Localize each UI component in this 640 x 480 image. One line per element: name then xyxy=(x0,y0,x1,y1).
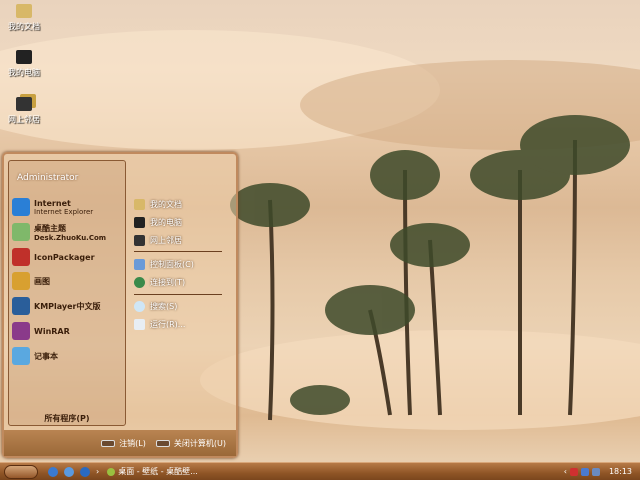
logoff-button[interactable]: 注销(L) xyxy=(101,438,146,449)
network-icon xyxy=(16,97,32,111)
clock[interactable]: 18:13 xyxy=(609,467,632,476)
volume-icon[interactable] xyxy=(591,467,600,476)
winrar-icon xyxy=(12,322,30,340)
program-kmplayer[interactable]: KMPlayer中文版 xyxy=(12,295,101,317)
ie-icon[interactable] xyxy=(80,466,90,477)
program-notepad[interactable]: 记事本 xyxy=(12,345,58,367)
control-panel[interactable]: 控制面板(C) xyxy=(134,256,194,272)
paint-icon xyxy=(12,272,30,290)
ie-icon[interactable] xyxy=(48,466,58,477)
start-menu: Administrator 所有程序(P) Internet Internet E… xyxy=(2,152,238,458)
divider xyxy=(134,251,222,252)
run-icon xyxy=(134,318,145,330)
network-icon xyxy=(134,234,145,246)
divider xyxy=(134,294,222,295)
run[interactable]: 运行(R)... xyxy=(134,316,185,332)
iconpackager-icon xyxy=(12,248,30,266)
program-internet[interactable]: Internet Internet Explorer xyxy=(12,196,93,218)
control-panel-icon xyxy=(134,258,145,270)
logoff-icon xyxy=(101,439,116,447)
place-my-documents[interactable]: 我的文档 xyxy=(134,196,182,212)
program-zhuoku[interactable]: 桌酷主题 Desk.ZhuoKu.Com xyxy=(12,221,106,243)
start-menu-footer: 注销(L) 关闭计算机(U) xyxy=(4,430,236,456)
shutdown-button[interactable]: 关闭计算机(U) xyxy=(155,438,226,449)
computer-icon xyxy=(16,50,32,64)
search-icon xyxy=(134,300,145,312)
tray-expand-button[interactable]: ‹ xyxy=(564,467,567,476)
system-tray: ‹ 18:13 xyxy=(564,467,640,476)
program-iconpackager[interactable]: IconPackager xyxy=(12,246,95,268)
user-name: Administrator xyxy=(17,173,79,183)
taskbar: › 桌面 - 壁纸 - 桌酷壁... ‹ 18:13 xyxy=(0,462,640,480)
kmplayer-icon xyxy=(12,297,30,315)
desktop-icon-my-documents[interactable]: 我的文档 xyxy=(4,4,44,32)
desktop-icon-network[interactable]: 网上邻居 xyxy=(4,97,44,125)
computer-icon xyxy=(134,216,145,228)
app-icon xyxy=(107,467,116,476)
browser-icon[interactable] xyxy=(64,466,74,477)
folder-icon xyxy=(134,198,145,210)
place-my-computer[interactable]: 我的电脑 xyxy=(134,214,182,230)
network-tray-icon[interactable] xyxy=(580,467,589,476)
theme-icon xyxy=(12,223,30,241)
quicklaunch-chevron[interactable]: › xyxy=(96,467,99,476)
program-paint[interactable]: 画图 xyxy=(12,270,50,292)
place-network[interactable]: 网上邻居 xyxy=(134,232,182,248)
ie-icon xyxy=(12,198,30,216)
qq-icon[interactable] xyxy=(569,467,578,476)
start-button[interactable] xyxy=(4,464,38,479)
task-button[interactable]: 桌面 - 壁纸 - 桌酷壁... xyxy=(107,466,198,477)
folder-icon xyxy=(16,4,32,18)
connect-to[interactable]: 连接到(T) xyxy=(134,274,185,290)
search[interactable]: 搜索(S) xyxy=(134,298,177,314)
desktop-icon-my-computer[interactable]: 我的电脑 xyxy=(4,50,44,78)
program-winrar[interactable]: WinRAR xyxy=(12,320,70,342)
notepad-icon xyxy=(12,347,30,365)
all-programs-button[interactable]: 所有程序(P) xyxy=(9,413,125,424)
power-icon xyxy=(155,439,170,447)
connect-icon xyxy=(134,276,145,288)
